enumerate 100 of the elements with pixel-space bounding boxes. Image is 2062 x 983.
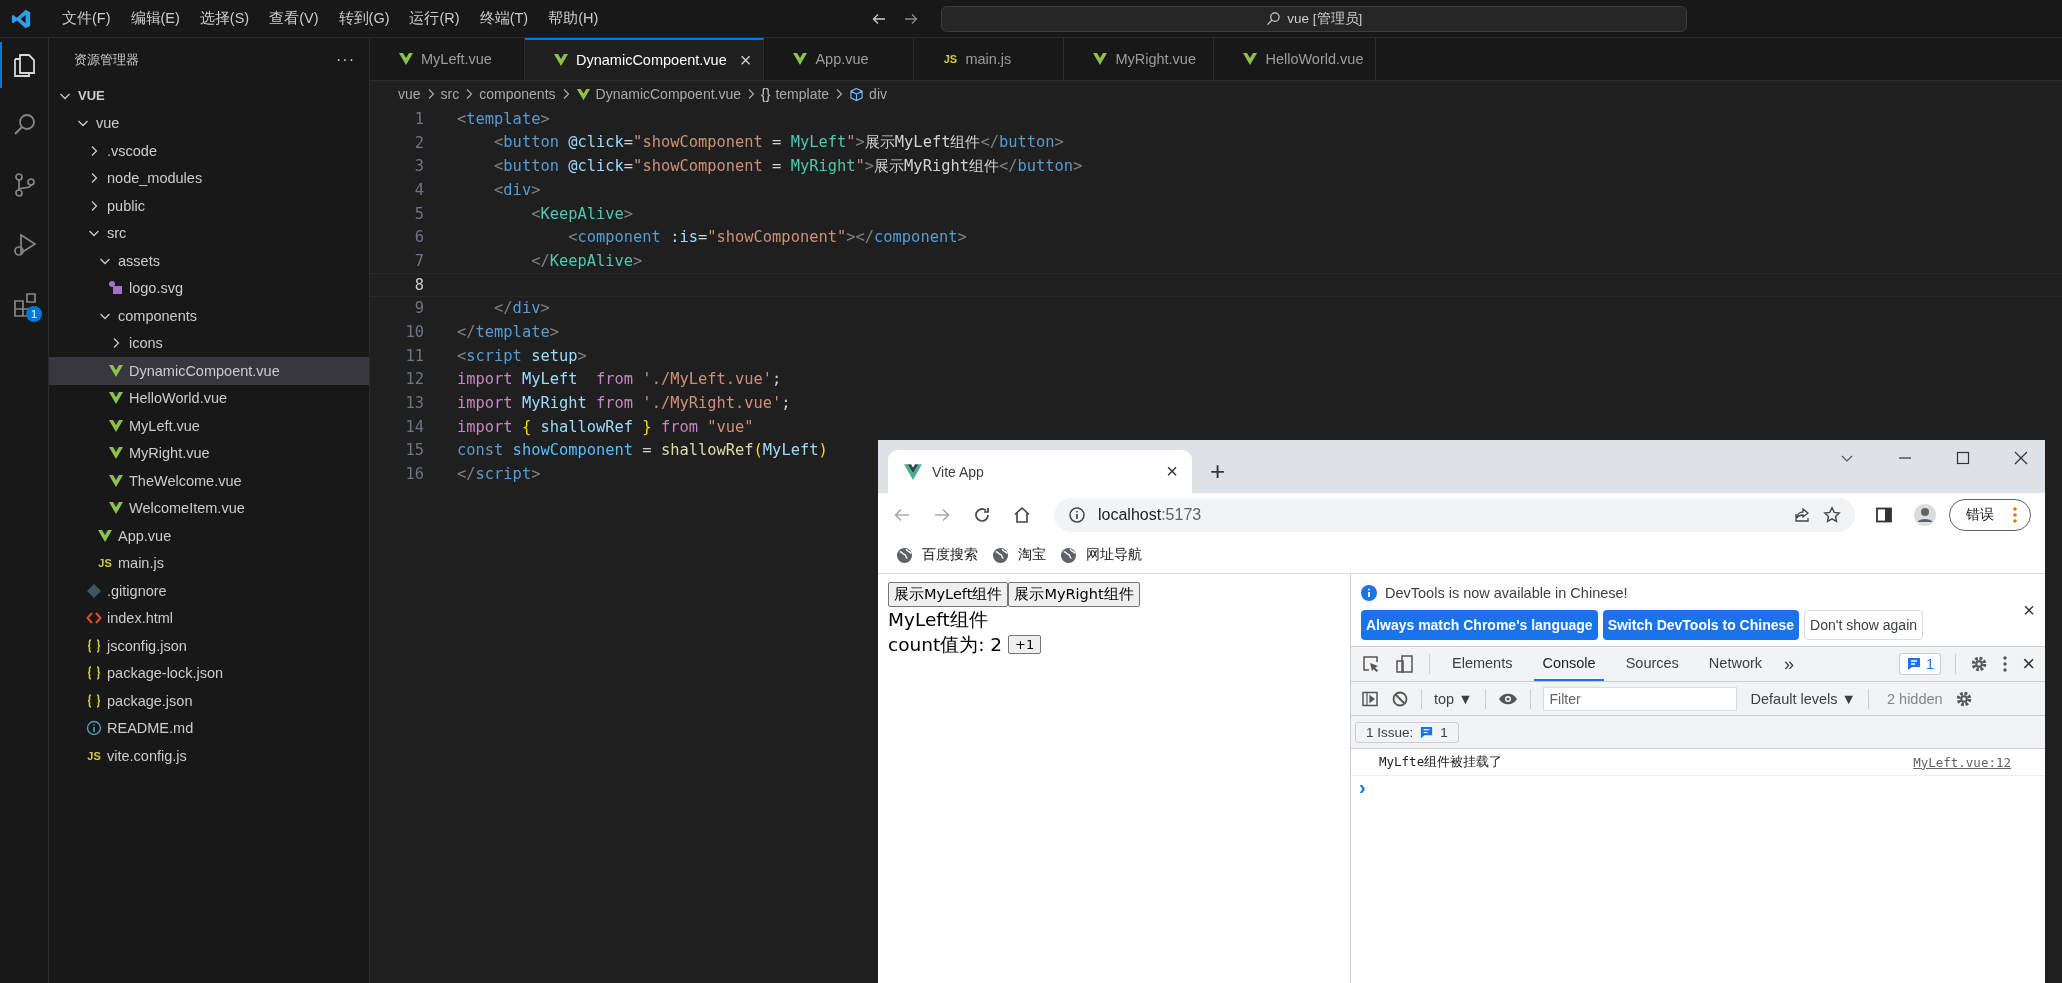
- page-button[interactable]: 展示MyRight组件: [1008, 582, 1140, 607]
- breadcrumb-item[interactable]: {} template: [761, 86, 830, 102]
- folder-section-header[interactable]: VUE: [49, 82, 369, 110]
- settings-icon[interactable]: [1954, 689, 1973, 708]
- breadcrumb-item[interactable]: div: [849, 86, 887, 102]
- file-item[interactable]: JS main.js: [49, 549, 369, 577]
- file-item[interactable]: index.html: [49, 604, 369, 632]
- notice-button[interactable]: Switch DevTools to Chinese: [1602, 610, 1800, 640]
- editor-tab[interactable]: App.vue: [764, 38, 915, 80]
- menu-item[interactable]: 终端(T): [469, 5, 539, 32]
- file-item[interactable]: DynamicCompoent.vue: [49, 357, 369, 385]
- address-bar[interactable]: localhost:5173: [1054, 498, 1855, 532]
- page-button[interactable]: 展示MyLeft组件: [888, 582, 1009, 607]
- browser-tab[interactable]: Vite App ×: [888, 450, 1192, 493]
- console-prompt[interactable]: ›: [1359, 776, 1366, 798]
- file-item[interactable]: .gitignore: [49, 577, 369, 605]
- folder-item[interactable]: vue: [49, 109, 369, 137]
- reload-icon[interactable]: [972, 505, 992, 525]
- notice-text: DevTools is now available in Chinese!: [1385, 585, 1628, 601]
- file-item[interactable]: JS vite.config.js: [49, 742, 369, 770]
- breadcrumb-item[interactable]: vue: [398, 86, 421, 102]
- file-item[interactable]: MyLeft.vue: [49, 412, 369, 440]
- file-item[interactable]: TheWelcome.vue: [49, 467, 369, 495]
- log-levels-dropdown[interactable]: Default levels ▼: [1750, 690, 1856, 707]
- editor-tab[interactable]: DynamicCompoent.vue ×: [525, 38, 765, 80]
- file-item[interactable]: jsconfig.json: [49, 632, 369, 660]
- increment-button[interactable]: +1: [1008, 635, 1042, 654]
- bookmark[interactable]: 百度搜索: [896, 546, 978, 564]
- command-center-text: vue [管理员]: [1287, 9, 1363, 28]
- file-item[interactable]: package.json: [49, 687, 369, 715]
- file-item[interactable]: logo.svg: [49, 274, 369, 302]
- close-icon[interactable]: [2013, 450, 2029, 466]
- profile-avatar-icon[interactable]: [1913, 503, 1937, 527]
- editor-tab[interactable]: HelloWorld.vue: [1214, 38, 1377, 80]
- close-tab-button[interactable]: ×: [1166, 460, 1178, 483]
- notice-button[interactable]: Always match Chrome's language: [1361, 610, 1598, 640]
- star-icon[interactable]: [1823, 506, 1841, 524]
- file-item[interactable]: App.vue: [49, 522, 369, 550]
- breadcrumb-item[interactable]: src: [440, 86, 460, 102]
- vue-logo-icon: [904, 463, 922, 480]
- file-item[interactable]: README.md: [49, 714, 369, 742]
- file-item[interactable]: package-lock.json: [49, 659, 369, 687]
- maximize-icon[interactable]: [1955, 450, 1971, 466]
- issues-button[interactable]: 1 Issue: 1: [1355, 721, 1459, 743]
- editor-tab[interactable]: MyRight.vue: [1064, 38, 1215, 80]
- sidebar-toggle-icon[interactable]: [1361, 689, 1379, 708]
- menu-item[interactable]: 转到(G): [328, 5, 400, 32]
- file-item[interactable]: WelcomeItem.vue: [49, 494, 369, 522]
- menu-item[interactable]: 选择(S): [189, 5, 260, 32]
- command-center[interactable]: vue [管理员]: [941, 5, 1688, 32]
- bookmark[interactable]: 淘宝: [992, 546, 1046, 564]
- breadcrumb-item[interactable]: components: [479, 86, 556, 102]
- bookmark[interactable]: 网址导航: [1060, 546, 1142, 564]
- devtools-tab[interactable]: Network: [1700, 647, 1771, 681]
- activity-bar-item[interactable]: 1: [0, 282, 48, 328]
- close-button[interactable]: ×: [739, 48, 752, 72]
- menu-item[interactable]: 查看(V): [259, 5, 329, 32]
- eye-icon[interactable]: [1497, 691, 1518, 706]
- folder-item[interactable]: src: [49, 219, 369, 247]
- menu-item[interactable]: 编辑(E): [120, 5, 190, 32]
- line-number: 2: [413, 133, 424, 152]
- context-dropdown[interactable]: top ▼: [1434, 690, 1473, 707]
- share-icon[interactable]: [1793, 506, 1811, 524]
- menu-item[interactable]: 运行(R): [399, 5, 470, 32]
- home-icon[interactable]: [1012, 505, 1032, 525]
- image-file-icon: [108, 280, 124, 297]
- devtools-tab[interactable]: Elements: [1444, 647, 1521, 681]
- close-button[interactable]: ×: [2023, 598, 2035, 622]
- menu-item[interactable]: 帮助(H): [538, 5, 609, 32]
- folder-item[interactable]: node_modules: [49, 164, 369, 192]
- new-tab-button[interactable]: +: [1210, 456, 1226, 487]
- issues-counter-button[interactable]: 1: [1899, 653, 1942, 675]
- file-item[interactable]: HelloWorld.vue: [49, 384, 369, 412]
- vue-file-icon: [1242, 51, 1259, 67]
- source-link[interactable]: MyLeft.vue:12: [1913, 754, 2011, 770]
- devtools-tab[interactable]: Sources: [1617, 647, 1687, 681]
- filter-input[interactable]: Filter: [1542, 686, 1737, 711]
- side-panel-icon[interactable]: [1875, 506, 1893, 524]
- file-item[interactable]: MyRight.vue: [49, 439, 369, 467]
- editor-tab[interactable]: JS main.js: [914, 38, 1065, 80]
- notice-button[interactable]: Don't show again: [1804, 610, 1924, 640]
- folder-item[interactable]: public: [49, 192, 369, 220]
- folder-item[interactable]: .vscode: [49, 137, 369, 165]
- breadcrumb-item[interactable]: DynamicCompoent.vue: [575, 86, 742, 102]
- menu-item[interactable]: 文件(F): [52, 5, 121, 32]
- vue-file-icon: [1092, 51, 1109, 67]
- inspect-icon[interactable]: [1361, 654, 1381, 674]
- folder-item[interactable]: components: [49, 302, 369, 330]
- line-number: 16: [404, 465, 424, 484]
- more-tabs-button[interactable]: »: [1784, 653, 1795, 675]
- folder-item[interactable]: icons: [49, 329, 369, 357]
- close-devtools-button[interactable]: ×: [2022, 651, 2035, 677]
- more-actions-button[interactable]: ···: [336, 51, 355, 69]
- settings-icon[interactable]: [1970, 655, 1989, 673]
- device-toolbar-icon[interactable]: [1395, 654, 1415, 674]
- folder-item[interactable]: assets: [49, 247, 369, 275]
- search-icon: [1266, 11, 1282, 26]
- clear-console-icon[interactable]: [1391, 689, 1409, 708]
- more-options-icon[interactable]: [2002, 655, 2009, 673]
- info-icon: [1361, 585, 1377, 601]
